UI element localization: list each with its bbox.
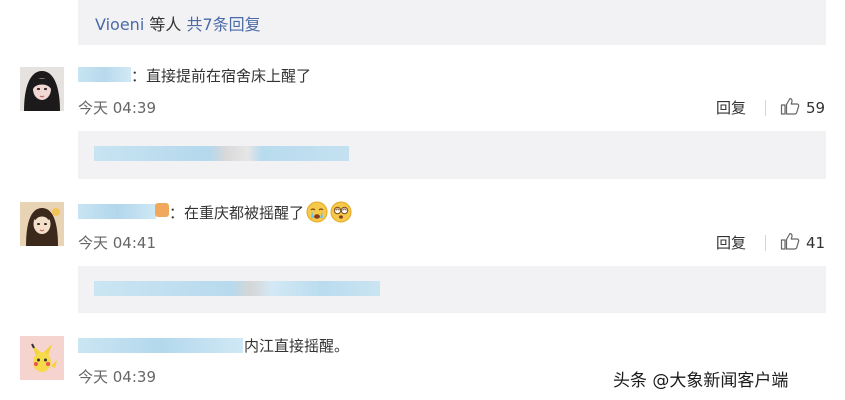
comment-text: 内江直接摇醒。	[244, 337, 350, 355]
like-button[interactable]: 59	[780, 97, 825, 119]
thumbs-up-icon	[780, 97, 800, 119]
username[interactable]	[78, 338, 243, 353]
avatar[interactable]	[20, 336, 64, 380]
view-replies-link[interactable]: 共7条回复	[186, 15, 260, 34]
reply-preview-box[interactable]: Vioeni 等人 共7条回复	[78, 0, 826, 45]
reply-summary: Vioeni 等人 共7条回复	[95, 11, 261, 35]
username[interactable]	[78, 204, 156, 219]
like-count: 59	[806, 99, 826, 117]
thumbs-up-icon	[780, 232, 800, 254]
badge-icon	[155, 203, 169, 217]
username[interactable]	[78, 67, 131, 82]
avatar[interactable]	[20, 67, 64, 111]
comment-time: 今天 04:39	[78, 99, 156, 117]
comment-time: 今天 04:39	[78, 368, 156, 386]
comment-time: 今天 04:41	[78, 234, 156, 252]
watermark: 头条 @大象新闻客户端	[613, 371, 789, 391]
divider	[765, 235, 766, 251]
like-count: 41	[806, 234, 826, 252]
reply-preview-box[interactable]	[78, 131, 826, 179]
reply-username[interactable]: Vioeni	[95, 15, 144, 34]
comment-text: ：在重庆都被摇醒了	[169, 201, 352, 223]
dizzy-face-icon	[330, 201, 352, 223]
reply-button[interactable]: 回复	[716, 97, 746, 118]
like-button[interactable]: 41	[780, 232, 825, 254]
reply-summary	[94, 146, 349, 161]
divider	[765, 100, 766, 116]
crying-face-icon	[306, 201, 328, 223]
comment-text: ：直接提前在宿舍床上醒了	[131, 67, 312, 85]
avatar[interactable]	[20, 202, 64, 246]
reply-summary	[94, 281, 380, 296]
reply-suffix: 等人	[144, 15, 187, 34]
reply-button[interactable]: 回复	[716, 232, 746, 253]
reply-preview-box[interactable]	[78, 266, 826, 313]
